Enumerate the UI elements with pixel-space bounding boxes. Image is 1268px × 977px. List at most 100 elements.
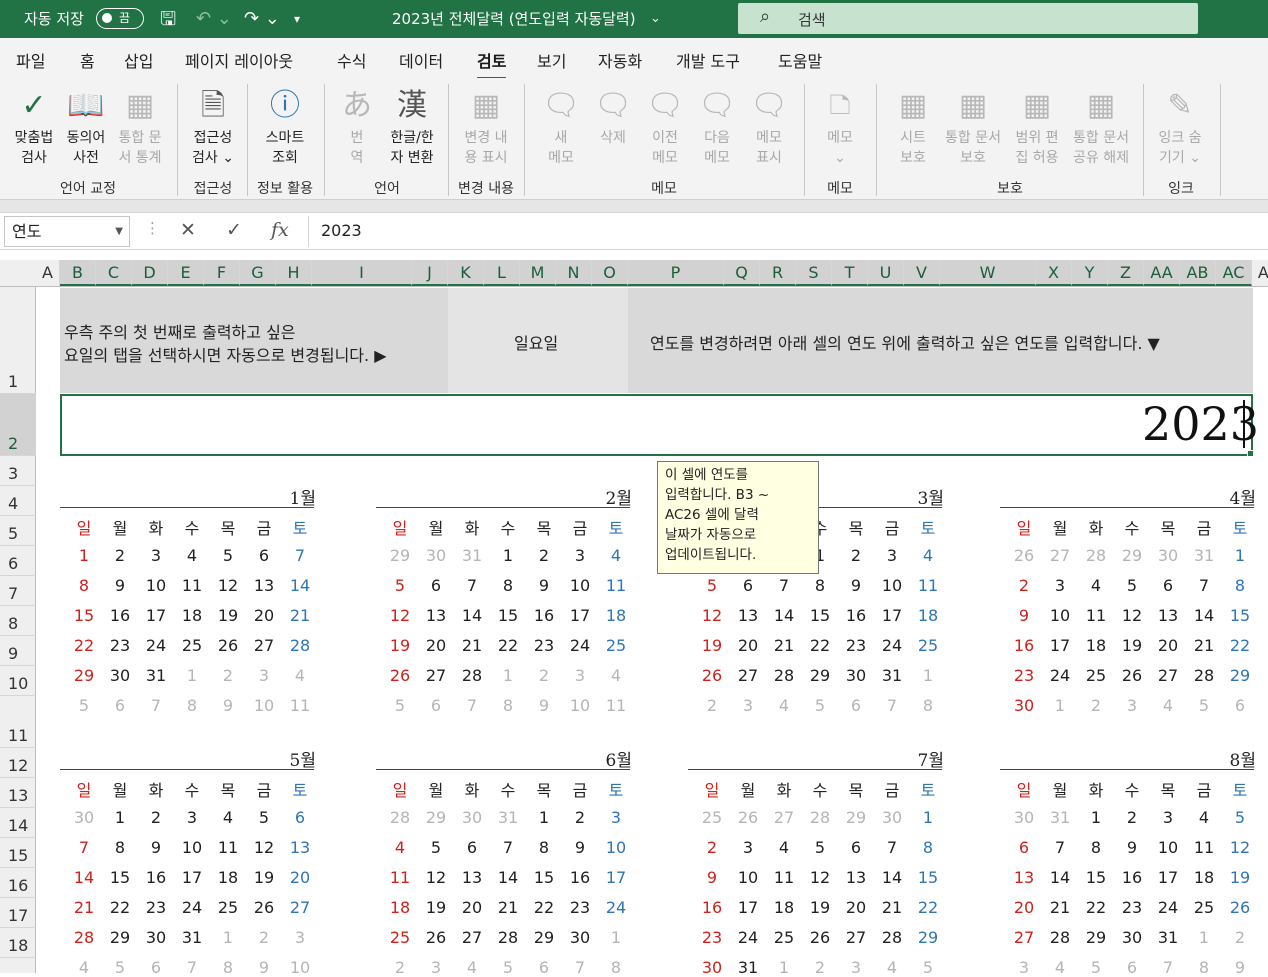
calendar-day[interactable]: 5: [1114, 576, 1150, 595]
calendar-day[interactable]: 5: [382, 696, 418, 715]
calendar-day[interactable]: 8: [66, 576, 102, 595]
calendar-day[interactable]: 10: [598, 838, 634, 857]
calendar-day[interactable]: 27: [246, 636, 282, 655]
calendar-day[interactable]: 21: [490, 898, 526, 917]
calendar-day[interactable]: 15: [910, 868, 946, 887]
tab-review[interactable]: 검토: [477, 48, 507, 80]
calendar-day[interactable]: 13: [418, 606, 454, 625]
calendar-day[interactable]: 10: [1150, 838, 1186, 857]
calendar-day[interactable]: 11: [210, 838, 246, 857]
calendar-day[interactable]: 28: [282, 636, 318, 655]
calendar-day[interactable]: 4: [910, 546, 946, 565]
column-header[interactable]: I: [312, 260, 412, 286]
calendar-day[interactable]: 30: [838, 666, 874, 685]
calendar-day[interactable]: 9: [102, 576, 138, 595]
column-header[interactable]: P: [628, 260, 724, 286]
calendar-day[interactable]: 27: [838, 928, 874, 947]
calendar-day[interactable]: 3: [1150, 808, 1186, 827]
calendar-day[interactable]: 14: [1186, 606, 1222, 625]
calendar-day[interactable]: 13: [838, 868, 874, 887]
calendar-day[interactable]: 31: [1042, 808, 1078, 827]
calendar-day[interactable]: 1: [490, 546, 526, 565]
customize-toolbar-icon[interactable]: ▾: [294, 0, 300, 38]
calendar-day[interactable]: 5: [246, 808, 282, 827]
row-header[interactable]: 12: [0, 748, 36, 778]
translate-button[interactable]: あ번역: [332, 86, 382, 168]
calendar-day[interactable]: 8: [910, 838, 946, 857]
calendar-day[interactable]: 1: [1222, 546, 1258, 565]
workbook-stats-button[interactable]: ▦ 통합 문서 통계: [112, 86, 168, 168]
calendar-day[interactable]: 3: [598, 808, 634, 827]
calendar-day[interactable]: 28: [766, 666, 802, 685]
calendar-day[interactable]: 6: [730, 576, 766, 595]
calendar-day[interactable]: 7: [490, 838, 526, 857]
calendar-day[interactable]: 2: [838, 546, 874, 565]
calendar-day[interactable]: 19: [418, 898, 454, 917]
column-header[interactable]: M: [520, 260, 556, 286]
calendar-day[interactable]: 3: [1114, 696, 1150, 715]
calendar-day[interactable]: 12: [210, 576, 246, 595]
calendar-day[interactable]: 9: [526, 576, 562, 595]
redo-icon[interactable]: ↷ ⌄: [244, 0, 280, 38]
calendar-day[interactable]: 20: [282, 868, 318, 887]
calendar-day[interactable]: 4: [1078, 576, 1114, 595]
column-header[interactable]: B: [60, 260, 96, 286]
column-header[interactable]: S: [796, 260, 832, 286]
calendar-day[interactable]: 26: [1114, 666, 1150, 685]
calendar-day[interactable]: 25: [1078, 666, 1114, 685]
calendar-day[interactable]: 7: [1042, 838, 1078, 857]
calendar-day[interactable]: 17: [1150, 868, 1186, 887]
calendar-day[interactable]: 11: [382, 868, 418, 887]
calendar-day[interactable]: 26: [246, 898, 282, 917]
calendar-day[interactable]: 1: [1042, 696, 1078, 715]
formula-input[interactable]: 2023: [308, 216, 1268, 247]
calendar-day[interactable]: 6: [838, 696, 874, 715]
tab-insert[interactable]: 삽입: [124, 48, 153, 72]
calendar-day[interactable]: 4: [1186, 808, 1222, 827]
calendar-day[interactable]: 5: [1222, 808, 1258, 827]
calendar-day[interactable]: 23: [694, 928, 730, 947]
calendar-day[interactable]: 7: [562, 958, 598, 977]
calendar-day[interactable]: 8: [210, 958, 246, 977]
tab-automate[interactable]: 자동화: [598, 48, 642, 72]
calendar-day[interactable]: 28: [874, 928, 910, 947]
column-header[interactable]: C: [96, 260, 132, 286]
calendar-day[interactable]: 17: [730, 898, 766, 917]
calendar-day[interactable]: 6: [526, 958, 562, 977]
column-header[interactable]: J: [412, 260, 448, 286]
fill-handle[interactable]: [1247, 450, 1254, 457]
calendar-day[interactable]: 7: [1186, 576, 1222, 595]
notes-button[interactable]: 🗅 메모 ⌄: [814, 86, 866, 168]
calendar-day[interactable]: 26: [1006, 546, 1042, 565]
column-header[interactable]: H: [276, 260, 312, 286]
calendar-day[interactable]: 10: [730, 868, 766, 887]
calendar-day[interactable]: 3: [138, 546, 174, 565]
calendar-day[interactable]: 16: [526, 606, 562, 625]
calendar-day[interactable]: 11: [598, 576, 634, 595]
track-changes-button[interactable]: ▦ 변경 내용 표시: [456, 86, 516, 168]
column-header[interactable]: N: [556, 260, 592, 286]
calendar-day[interactable]: 28: [490, 928, 526, 947]
calendar-day[interactable]: 2: [694, 696, 730, 715]
calendar-day[interactable]: 2: [1222, 928, 1258, 947]
calendar-day[interactable]: 27: [282, 898, 318, 917]
thesaurus-button[interactable]: 📖 동의어 사전: [60, 86, 112, 168]
column-header[interactable]: AB: [1180, 260, 1216, 286]
next-comment-button[interactable]: 🗨 다음 메모: [692, 86, 742, 168]
calendar-day[interactable]: 18: [766, 898, 802, 917]
calendar-day[interactable]: 3: [418, 958, 454, 977]
calendar-day[interactable]: 26: [802, 928, 838, 947]
calendar-day[interactable]: 30: [1006, 808, 1042, 827]
column-header[interactable]: D: [132, 260, 168, 286]
calendar-day[interactable]: 22: [1222, 636, 1258, 655]
calendar-day[interactable]: 30: [1006, 696, 1042, 715]
calendar-day[interactable]: 25: [1186, 898, 1222, 917]
calendar-day[interactable]: 10: [174, 838, 210, 857]
column-header[interactable]: K: [448, 260, 484, 286]
calendar-day[interactable]: 5: [802, 696, 838, 715]
calendar-day[interactable]: 29: [1078, 928, 1114, 947]
calendar-day[interactable]: 16: [838, 606, 874, 625]
row-header[interactable]: 7: [0, 576, 36, 606]
column-header[interactable]: AD: [1252, 260, 1268, 286]
calendar-day[interactable]: 24: [562, 636, 598, 655]
